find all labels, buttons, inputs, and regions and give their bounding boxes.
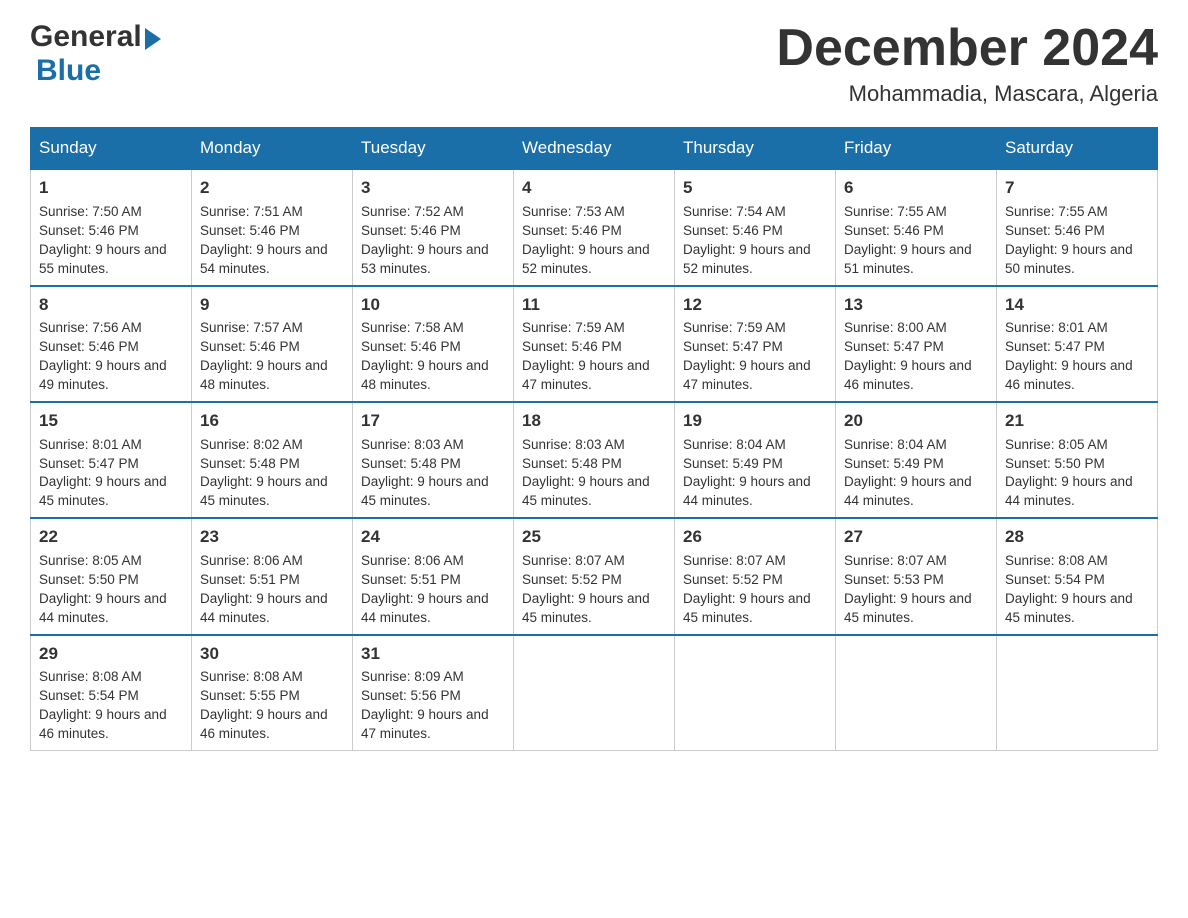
day-number: 15 [39,409,183,433]
day-cell-17: 17Sunrise: 8:03 AMSunset: 5:48 PMDayligh… [353,402,514,518]
day-cell-14: 14Sunrise: 8:01 AMSunset: 5:47 PMDayligh… [997,286,1158,402]
day-cell-18: 18Sunrise: 8:03 AMSunset: 5:48 PMDayligh… [514,402,675,518]
day-cell-29: 29Sunrise: 8:08 AMSunset: 5:54 PMDayligh… [31,635,192,751]
day-number: 7 [1005,176,1149,200]
day-number: 19 [683,409,827,433]
logo: General Blue [30,20,161,88]
day-number: 23 [200,525,344,549]
day-number: 31 [361,642,505,666]
day-number: 3 [361,176,505,200]
header-saturday: Saturday [997,128,1158,170]
header-friday: Friday [836,128,997,170]
day-number: 8 [39,293,183,317]
week-row-5: 29Sunrise: 8:08 AMSunset: 5:54 PMDayligh… [31,635,1158,751]
day-number: 22 [39,525,183,549]
day-cell-31: 31Sunrise: 8:09 AMSunset: 5:56 PMDayligh… [353,635,514,751]
day-cell-8: 8Sunrise: 7:56 AMSunset: 5:46 PMDaylight… [31,286,192,402]
week-row-4: 22Sunrise: 8:05 AMSunset: 5:50 PMDayligh… [31,518,1158,634]
day-number: 29 [39,642,183,666]
calendar-table: SundayMondayTuesdayWednesdayThursdayFrid… [30,127,1158,751]
day-number: 21 [1005,409,1149,433]
day-number: 4 [522,176,666,200]
header-sunday: Sunday [31,128,192,170]
day-cell-12: 12Sunrise: 7:59 AMSunset: 5:47 PMDayligh… [675,286,836,402]
calendar-header-row: SundayMondayTuesdayWednesdayThursdayFrid… [31,128,1158,170]
day-cell-5: 5Sunrise: 7:54 AMSunset: 5:46 PMDaylight… [675,169,836,285]
empty-cell-4-6 [997,635,1158,751]
empty-cell-4-4 [675,635,836,751]
week-row-3: 15Sunrise: 8:01 AMSunset: 5:47 PMDayligh… [31,402,1158,518]
header-tuesday: Tuesday [353,128,514,170]
day-number: 16 [200,409,344,433]
day-number: 6 [844,176,988,200]
day-cell-20: 20Sunrise: 8:04 AMSunset: 5:49 PMDayligh… [836,402,997,518]
day-number: 14 [1005,293,1149,317]
day-cell-6: 6Sunrise: 7:55 AMSunset: 5:46 PMDaylight… [836,169,997,285]
day-cell-11: 11Sunrise: 7:59 AMSunset: 5:46 PMDayligh… [514,286,675,402]
day-cell-28: 28Sunrise: 8:08 AMSunset: 5:54 PMDayligh… [997,518,1158,634]
day-cell-27: 27Sunrise: 8:07 AMSunset: 5:53 PMDayligh… [836,518,997,634]
day-cell-3: 3Sunrise: 7:52 AMSunset: 5:46 PMDaylight… [353,169,514,285]
day-cell-4: 4Sunrise: 7:53 AMSunset: 5:46 PMDaylight… [514,169,675,285]
day-cell-7: 7Sunrise: 7:55 AMSunset: 5:46 PMDaylight… [997,169,1158,285]
location-subtitle: Mohammadia, Mascara, Algeria [776,81,1158,107]
day-cell-25: 25Sunrise: 8:07 AMSunset: 5:52 PMDayligh… [514,518,675,634]
day-cell-19: 19Sunrise: 8:04 AMSunset: 5:49 PMDayligh… [675,402,836,518]
day-cell-21: 21Sunrise: 8:05 AMSunset: 5:50 PMDayligh… [997,402,1158,518]
day-cell-26: 26Sunrise: 8:07 AMSunset: 5:52 PMDayligh… [675,518,836,634]
day-cell-30: 30Sunrise: 8:08 AMSunset: 5:55 PMDayligh… [192,635,353,751]
week-row-1: 1Sunrise: 7:50 AMSunset: 5:46 PMDaylight… [31,169,1158,285]
day-number: 1 [39,176,183,200]
header-monday: Monday [192,128,353,170]
day-number: 9 [200,293,344,317]
day-cell-10: 10Sunrise: 7:58 AMSunset: 5:46 PMDayligh… [353,286,514,402]
day-cell-24: 24Sunrise: 8:06 AMSunset: 5:51 PMDayligh… [353,518,514,634]
empty-cell-4-3 [514,635,675,751]
day-number: 2 [200,176,344,200]
day-cell-2: 2Sunrise: 7:51 AMSunset: 5:46 PMDaylight… [192,169,353,285]
week-row-2: 8Sunrise: 7:56 AMSunset: 5:46 PMDaylight… [31,286,1158,402]
day-number: 17 [361,409,505,433]
day-number: 25 [522,525,666,549]
day-cell-16: 16Sunrise: 8:02 AMSunset: 5:48 PMDayligh… [192,402,353,518]
day-number: 20 [844,409,988,433]
day-number: 5 [683,176,827,200]
day-cell-13: 13Sunrise: 8:00 AMSunset: 5:47 PMDayligh… [836,286,997,402]
header-wednesday: Wednesday [514,128,675,170]
day-number: 12 [683,293,827,317]
day-number: 18 [522,409,666,433]
logo-blue-text: Blue [36,54,101,88]
day-cell-22: 22Sunrise: 8:05 AMSunset: 5:50 PMDayligh… [31,518,192,634]
page-header: General Blue December 2024 Mohammadia, M… [30,20,1158,107]
logo-triangle-icon [145,28,161,50]
day-cell-15: 15Sunrise: 8:01 AMSunset: 5:47 PMDayligh… [31,402,192,518]
day-number: 28 [1005,525,1149,549]
month-title: December 2024 [776,20,1158,77]
day-cell-9: 9Sunrise: 7:57 AMSunset: 5:46 PMDaylight… [192,286,353,402]
day-cell-23: 23Sunrise: 8:06 AMSunset: 5:51 PMDayligh… [192,518,353,634]
day-cell-1: 1Sunrise: 7:50 AMSunset: 5:46 PMDaylight… [31,169,192,285]
day-number: 13 [844,293,988,317]
day-number: 11 [522,293,666,317]
empty-cell-4-5 [836,635,997,751]
day-number: 24 [361,525,505,549]
day-number: 30 [200,642,344,666]
logo-general-text: General [30,20,142,54]
title-section: December 2024 Mohammadia, Mascara, Alger… [776,20,1158,107]
header-thursday: Thursday [675,128,836,170]
day-number: 10 [361,293,505,317]
day-number: 26 [683,525,827,549]
day-number: 27 [844,525,988,549]
